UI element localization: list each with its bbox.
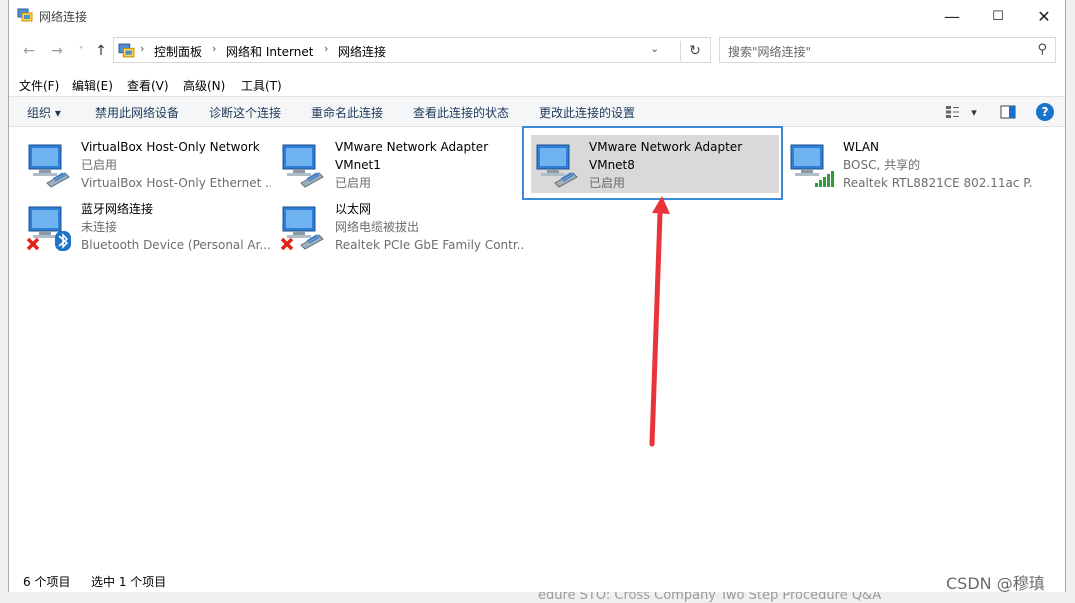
connection-item-wlan[interactable]: WLAN BOSC, 共享的 Realtek RTL8821CE 802.11a… bbox=[785, 135, 1033, 193]
breadcrumb-network-internet[interactable]: 网络和 Internet bbox=[226, 43, 313, 60]
search-box[interactable]: 搜索"网络连接" ⚲ bbox=[719, 37, 1056, 63]
search-input[interactable]: 搜索"网络连接" bbox=[728, 43, 811, 60]
connection-item-vmnet1[interactable]: VMware Network Adapter VMnet1 已启用 bbox=[277, 135, 525, 193]
change-settings-button[interactable]: 更改此连接的设置 bbox=[539, 104, 635, 121]
connection-status: 已启用 bbox=[81, 158, 118, 172]
connection-status: 网络电缆被拔出 bbox=[335, 220, 420, 234]
connection-item-vmnet8[interactable]: VMware Network Adapter VMnet8 已启用 bbox=[531, 135, 779, 193]
rename-connection-button[interactable]: 重命名此连接 bbox=[311, 104, 383, 121]
title-bar: 网络连接 — ☐ ✕ bbox=[9, 0, 1065, 32]
navigation-bar: ← → ˅ ↑ › 控制面板 › 网络和 Internet › 网络连接 ⌄ ↻… bbox=[9, 34, 1065, 68]
connection-name: 蓝牙网络连接 bbox=[81, 202, 154, 216]
watermark: CSDN @穆瑱 bbox=[946, 574, 1045, 593]
command-bar: 组织 ▾ 禁用此网络设备 诊断这个连接 重命名此连接 查看此连接的状态 更改此连… bbox=[9, 96, 1065, 127]
connection-device: Realtek RTL8821CE 802.11ac P... bbox=[843, 176, 1033, 190]
diagnose-connection-button[interactable]: 诊断这个连接 bbox=[209, 104, 281, 121]
ethernet-icon bbox=[536, 144, 578, 188]
breadcrumb-network-connections[interactable]: 网络连接 bbox=[338, 43, 386, 60]
help-icon[interactable]: ? bbox=[1036, 103, 1054, 121]
view-options-dropdown[interactable]: ▾ bbox=[967, 103, 981, 121]
connection-device: VirtualBox Host-Only Ethernet ... bbox=[81, 176, 271, 190]
breadcrumb-separator: › bbox=[324, 42, 329, 55]
connection-item-ethernet[interactable]: 以太网 网络电缆被拔出 Realtek PCIe GbE Family Cont… bbox=[277, 197, 525, 255]
view-status-button[interactable]: 查看此连接的状态 bbox=[413, 104, 509, 121]
up-button[interactable]: ↑ bbox=[91, 42, 111, 60]
ethernet-icon bbox=[282, 144, 324, 188]
bluetooth-icon bbox=[26, 206, 71, 251]
breadcrumb-separator: › bbox=[212, 42, 217, 55]
maximize-button[interactable]: ☐ bbox=[975, 0, 1021, 32]
back-button[interactable]: ← bbox=[19, 42, 39, 60]
minimize-button[interactable]: — bbox=[929, 0, 975, 32]
connection-device: Bluetooth Device (Personal Ar... bbox=[81, 238, 271, 252]
connection-status: 未连接 bbox=[81, 220, 118, 234]
refresh-button[interactable]: ↻ bbox=[680, 41, 709, 61]
ethernet-icon bbox=[280, 206, 324, 251]
menu-advanced[interactable]: 高级(N) bbox=[183, 77, 225, 94]
connection-name: VMware Network Adapter bbox=[335, 140, 489, 154]
connection-status: 已启用 bbox=[335, 176, 372, 190]
disable-device-button[interactable]: 禁用此网络设备 bbox=[95, 104, 179, 121]
recent-locations-button[interactable]: ˅ bbox=[71, 42, 91, 60]
connection-device: Realtek PCIe GbE Family Contr... bbox=[335, 238, 525, 252]
close-button[interactable]: ✕ bbox=[1021, 0, 1067, 32]
search-icon[interactable]: ⚲ bbox=[1037, 42, 1047, 57]
menu-bar: 文件(F) 编辑(E) 查看(V) 高级(N) 工具(T) bbox=[9, 72, 1065, 96]
item-count: 6 个项目 bbox=[23, 575, 71, 589]
menu-file[interactable]: 文件(F) bbox=[19, 77, 59, 94]
address-dropdown-icon[interactable]: ⌄ bbox=[650, 42, 659, 55]
forward-button[interactable]: → bbox=[47, 42, 67, 60]
connection-adapter-id: VMnet8 bbox=[589, 158, 635, 172]
breadcrumb-separator: › bbox=[140, 42, 145, 55]
status-bar: 6 个项目 选中 1 个项目 bbox=[9, 568, 1065, 592]
connection-name: VMware Network Adapter bbox=[589, 140, 743, 154]
organize-button[interactable]: 组织 ▾ bbox=[27, 104, 61, 121]
connection-item-virtualbox[interactable]: VirtualBox Host-Only Network 已启用 Virtual… bbox=[23, 135, 271, 193]
connection-item-bluetooth[interactable]: 蓝牙网络连接 未连接 Bluetooth Device (Personal Ar… bbox=[23, 197, 271, 255]
connection-name: VirtualBox Host-Only Network bbox=[81, 140, 260, 154]
connection-network: BOSC, 共享的 bbox=[843, 158, 921, 172]
window-title: 网络连接 bbox=[39, 10, 88, 24]
preview-pane-icon[interactable] bbox=[999, 103, 1017, 121]
menu-view[interactable]: 查看(V) bbox=[127, 77, 169, 94]
ethernet-icon bbox=[28, 144, 70, 188]
address-bar[interactable]: › 控制面板 › 网络和 Internet › 网络连接 ⌄ ↻ bbox=[113, 37, 711, 63]
control-panel-icon bbox=[118, 43, 135, 58]
network-connections-window: 网络连接 — ☐ ✕ ← → ˅ ↑ › 控制面板 › 网络和 Internet… bbox=[8, 0, 1066, 592]
change-view-icon[interactable] bbox=[944, 103, 962, 121]
menu-edit[interactable]: 编辑(E) bbox=[72, 77, 113, 94]
connection-adapter-id: VMnet1 bbox=[335, 158, 381, 172]
connection-name: WLAN bbox=[843, 140, 880, 154]
network-connections-icon bbox=[17, 8, 33, 22]
connections-list: VirtualBox Host-Only Network 已启用 Virtual… bbox=[9, 126, 1065, 567]
selected-count: 选中 1 个项目 bbox=[91, 575, 167, 589]
breadcrumb-control-panel[interactable]: 控制面板 bbox=[154, 43, 202, 60]
menu-tools[interactable]: 工具(T) bbox=[241, 77, 282, 94]
connection-status: 已启用 bbox=[589, 176, 626, 190]
wifi-icon bbox=[790, 144, 834, 187]
connection-name: 以太网 bbox=[335, 202, 372, 216]
